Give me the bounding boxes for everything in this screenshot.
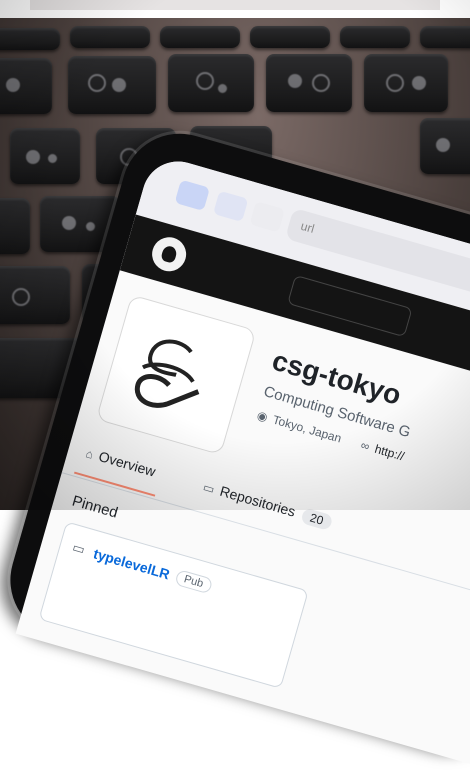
keyboard-key: [160, 26, 240, 48]
org-link[interactable]: ∞ http://: [359, 438, 406, 464]
keyboard-key: [420, 118, 470, 174]
keyboard-key: [0, 198, 30, 254]
keyboard-key: [168, 54, 254, 112]
keyboard-key: [340, 26, 410, 48]
keyboard-key: [364, 54, 448, 112]
keyboard-key: [68, 56, 156, 114]
keyboard-key: [420, 26, 470, 48]
keyboard-key: [70, 26, 150, 48]
github-logo-icon[interactable]: [148, 233, 191, 276]
keyboard-key: [10, 128, 80, 184]
address-bar-text: url: [299, 218, 316, 236]
repo-icon: ▭: [201, 479, 217, 497]
keyboard-key: [0, 58, 52, 114]
keyboard-key: [0, 266, 70, 324]
top-strip: [30, 0, 440, 10]
tab-overview-label: Overview: [96, 448, 158, 480]
tab-overview[interactable]: ⌂ Overview: [84, 444, 157, 479]
keyboard-key: [266, 54, 352, 112]
pinned-repo-card: ▭ typelevelLR Pub: [38, 521, 309, 689]
pinned-heading: Pinned: [70, 492, 120, 522]
sidebar-toggle-icon[interactable]: [174, 179, 210, 211]
org-link-text: http://: [373, 441, 406, 464]
back-icon[interactable]: [212, 190, 249, 223]
link-icon: ∞: [359, 437, 372, 454]
location-icon: ◉: [255, 408, 270, 425]
forward-icon[interactable]: [249, 201, 285, 233]
pinned-repo-link[interactable]: typelevelLR: [92, 545, 172, 582]
keyboard-key: [250, 26, 330, 48]
visibility-badge: Pub: [174, 569, 213, 595]
keyboard-key: [0, 28, 60, 50]
tab-repositories[interactable]: ▭ Repositories 20: [201, 478, 333, 531]
csg-logo-icon: [134, 339, 200, 408]
repo-icon: ▭: [70, 539, 87, 558]
repositories-count-badge: 20: [300, 507, 333, 531]
org-avatar: [95, 294, 257, 456]
home-icon: ⌂: [84, 446, 96, 462]
tab-repositories-label: Repositories: [218, 482, 298, 520]
